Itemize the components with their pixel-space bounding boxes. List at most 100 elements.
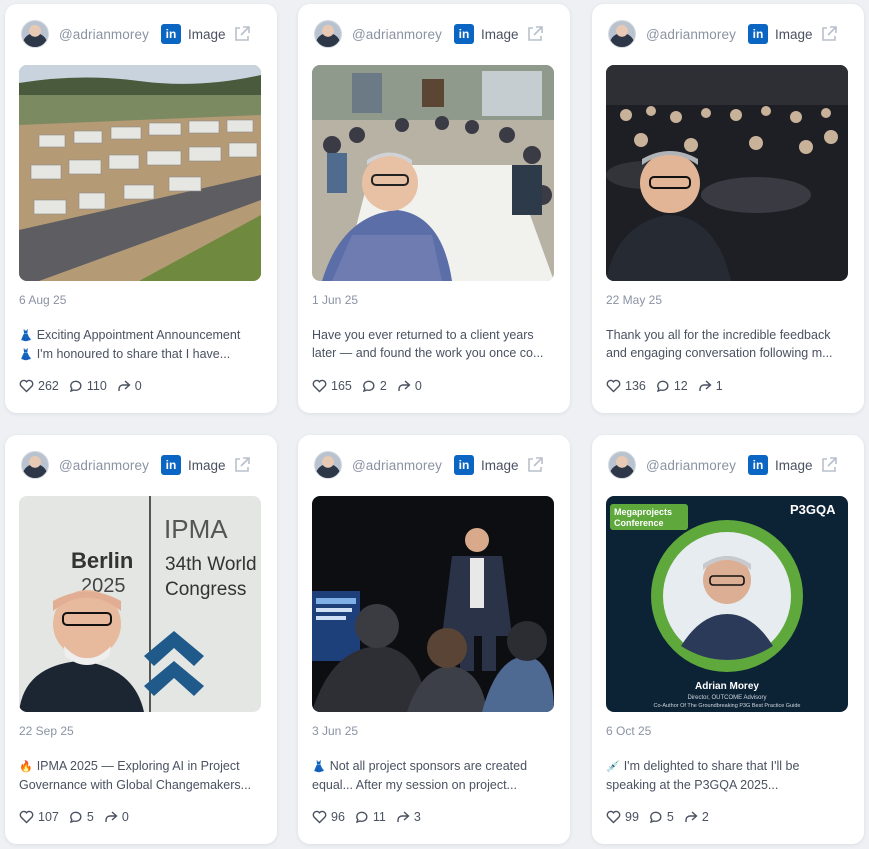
likes-stat: 107: [19, 810, 59, 824]
linkedin-icon: in: [160, 24, 181, 44]
share-icon: [699, 380, 712, 391]
post-image-megaprojects-card[interactable]: Megaprojects Conference P3GQA Adrian Mor…: [606, 496, 848, 712]
comments-stat: 5: [648, 810, 674, 824]
caption-line-1: IPMA 2025 — Exploring AI in Project: [36, 759, 240, 773]
avatar[interactable]: [608, 20, 636, 48]
post-card[interactable]: @adrianmorey in Image Megaprojects Confe…: [592, 435, 864, 844]
post-stats: 165 2 0: [312, 379, 431, 393]
shares-stat: 2: [683, 810, 709, 824]
post-type-label: Image: [187, 26, 226, 42]
author-handle[interactable]: @adrianmorey: [646, 458, 736, 473]
post-image-conference-audience[interactable]: [606, 65, 848, 281]
avatar[interactable]: [21, 20, 49, 48]
external-link-icon[interactable]: [820, 456, 838, 474]
comments-stat: 12: [655, 379, 688, 393]
ipma-brand-text: IPMA: [164, 514, 228, 544]
post-caption[interactable]: 🔥 IPMA 2025 — Exploring AI in Project Gov…: [19, 757, 261, 794]
syringe-emoji: 💉: [606, 761, 620, 773]
author-handle[interactable]: @adrianmorey: [352, 27, 442, 42]
post-caption[interactable]: 💉 I'm delighted to share that I'll be spe…: [606, 757, 848, 794]
post-stats: 99 5 2: [606, 810, 718, 824]
post-image-stage-presentation[interactable]: [312, 496, 554, 712]
post-image-meeting-room[interactable]: [312, 65, 554, 281]
post-caption[interactable]: 👗 Exciting Appointment Announcement 👗 I'm …: [19, 326, 261, 364]
caption-line-2: and engaging conversation following m...: [606, 346, 833, 360]
caption-line-1: I'm delighted to share that I'll be: [623, 759, 800, 773]
post-image-ipma-berlin[interactable]: IPMA Berlin 2025 34th World Congress: [19, 496, 261, 712]
likes-count: 165: [331, 379, 352, 393]
shares-count: 3: [413, 810, 421, 824]
post-header: @adrianmorey in Image: [21, 449, 261, 481]
dress-emoji: 👗: [312, 761, 326, 773]
external-link-icon[interactable]: [820, 25, 838, 43]
post-card[interactable]: @adrianmorey in Image: [592, 4, 864, 413]
heart-icon: [19, 810, 34, 824]
avatar[interactable]: [314, 451, 342, 479]
comments-count: 12: [673, 379, 688, 393]
post-date: 22 Sep 25: [19, 724, 74, 738]
post-stats: 107 5 0: [19, 810, 138, 824]
author-handle[interactable]: @adrianmorey: [352, 458, 442, 473]
external-link-icon[interactable]: [233, 25, 251, 43]
author-handle[interactable]: @adrianmorey: [59, 458, 149, 473]
congress-line-1: 34th World: [165, 554, 257, 575]
linkedin-icon: in: [453, 455, 474, 475]
shares-count: 0: [134, 379, 142, 393]
dress-emoji: 👗: [19, 349, 33, 361]
likes-count: 96: [331, 810, 345, 824]
external-link-icon[interactable]: [526, 25, 544, 43]
share-icon: [105, 811, 118, 822]
post-caption[interactable]: 👗 Not all project sponsors are created eq…: [312, 757, 554, 794]
likes-stat: 99: [606, 810, 639, 824]
likes-stat: 165: [312, 379, 352, 393]
external-link-icon[interactable]: [526, 456, 544, 474]
linkedin-icon: in: [747, 455, 768, 475]
external-link-icon[interactable]: [233, 456, 251, 474]
share-icon: [398, 380, 411, 391]
likes-count: 136: [625, 379, 646, 393]
caption-line-2: later — and found the work you once co..…: [312, 346, 544, 360]
post-date: 6 Aug 25: [19, 293, 67, 307]
shares-stat: 1: [697, 379, 723, 393]
shares-stat: 0: [396, 379, 422, 393]
shares-count: 0: [414, 379, 422, 393]
badge-line-2: Conference: [614, 518, 664, 528]
share-icon: [397, 811, 410, 822]
post-type-label: Image: [774, 457, 813, 473]
comment-icon: [362, 380, 375, 393]
comments-count: 5: [86, 810, 94, 824]
speaker-role: Director, OUTCOME Advisory: [687, 695, 766, 701]
comment-icon: [649, 811, 662, 824]
post-date: 3 Jun 25: [312, 724, 359, 738]
speaker-name: Adrian Morey: [695, 681, 759, 692]
speaker-tagline: Co-Author Of The Groundbreaking P3G Best…: [654, 703, 801, 709]
heart-icon: [19, 379, 34, 393]
caption-line-2: speaking at the P3GQA 2025...: [606, 778, 779, 792]
shares-count: 1: [715, 379, 723, 393]
post-type-label: Image: [480, 457, 519, 473]
post-caption[interactable]: Have you ever returned to a client years…: [312, 326, 554, 362]
comments-stat: 5: [68, 810, 94, 824]
post-caption[interactable]: Thank you all for the incredible feedbac…: [606, 326, 848, 362]
caption-line-2: equal... After my session on project...: [312, 778, 517, 792]
likes-count: 107: [38, 810, 59, 824]
post-card[interactable]: @adrianmorey in Image: [298, 4, 570, 413]
post-card[interactable]: @adrianmorey in Image: [298, 435, 570, 844]
caption-line-2: I'm honoured to share that I have...: [36, 347, 231, 361]
post-header: @adrianmorey in Image: [21, 18, 261, 50]
author-handle[interactable]: @adrianmorey: [646, 27, 736, 42]
avatar[interactable]: [314, 20, 342, 48]
linkedin-icon: in: [160, 455, 181, 475]
post-type-label: Image: [774, 26, 813, 42]
post-card[interactable]: @adrianmorey in Image IPMA Berlin 2025 3…: [5, 435, 277, 844]
post-card[interactable]: @adrianmorey in Image: [5, 4, 277, 413]
caption-line-1: Have you ever returned to a client years: [312, 328, 534, 342]
comments-stat: 11: [354, 810, 386, 824]
post-image-aerial-construction[interactable]: [19, 65, 261, 281]
avatar[interactable]: [21, 451, 49, 479]
avatar[interactable]: [608, 451, 636, 479]
post-date: 1 Jun 25: [312, 293, 359, 307]
caption-line-1: Not all project sponsors are created: [329, 759, 528, 773]
comments-count: 5: [666, 810, 674, 824]
author-handle[interactable]: @adrianmorey: [59, 27, 149, 42]
